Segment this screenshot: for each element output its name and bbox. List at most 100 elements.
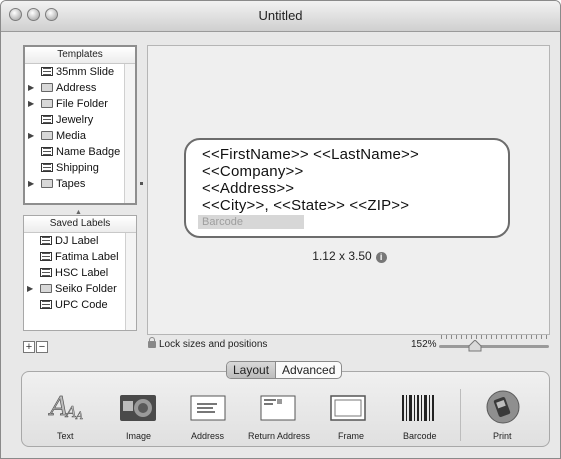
address-tool-button[interactable] <box>190 395 226 426</box>
template-item-tapes[interactable]: ▶ Tapes <box>25 176 125 192</box>
zoom-slider-tick <box>466 335 467 339</box>
zoom-slider-tick <box>531 335 532 339</box>
saved-label-item-seiko-folder[interactable]: ▶ Seiko Folder <box>24 281 126 297</box>
folder-icon <box>41 83 53 92</box>
zoom-slider-tick <box>451 335 452 339</box>
zoom-slider-tick <box>516 335 517 339</box>
template-item-label: Tapes <box>56 178 86 190</box>
info-icon[interactable]: i <box>375 252 387 263</box>
saved-label-item-label: UPC Code <box>55 299 108 311</box>
image-tool-icon <box>120 395 156 421</box>
template-item-shipping[interactable]: Shipping <box>25 160 125 176</box>
zoom-slider-tick <box>461 335 462 339</box>
disclosure-triangle-icon[interactable]: ▶ <box>28 128 34 144</box>
print-tool-icon <box>486 390 520 424</box>
frame-tool-icon <box>330 395 366 421</box>
template-item-jewelry[interactable]: Jewelry <box>25 112 125 128</box>
document-icon <box>40 252 52 261</box>
return-address-tool-button[interactable] <box>260 395 296 426</box>
barcode-tool-icon <box>402 395 434 421</box>
barcode-tool-button[interactable] <box>400 393 436 428</box>
saved-labels-list: DJ Label Fatima Label HSC Label ▶ Seiko F… <box>24 233 126 330</box>
tab-layout[interactable]: Layout <box>227 362 276 378</box>
toolbar-divider <box>460 389 461 441</box>
zoom-slider-track <box>439 345 549 348</box>
template-item-label: Address <box>56 82 97 94</box>
saved-label-item-hsc-label[interactable]: HSC Label <box>24 265 126 281</box>
svg-text:A: A <box>75 411 83 422</box>
remove-button[interactable]: − <box>36 341 48 353</box>
address-tool-icon <box>190 395 226 421</box>
frame-tool-button[interactable] <box>330 395 366 426</box>
saved-label-item-fatima-label[interactable]: Fatima Label <box>24 249 126 265</box>
template-item-label: Jewelry <box>56 114 94 126</box>
template-item-label: File Folder <box>56 98 108 110</box>
saved-label-item-label: Fatima Label <box>55 251 119 263</box>
zoom-slider-tick <box>476 335 477 339</box>
disclosure-triangle-icon[interactable]: ▶ <box>28 80 34 96</box>
zoom-slider[interactable] <box>439 335 549 352</box>
print-tool-button[interactable] <box>485 389 521 430</box>
templates-list: 35mm Slide ▶ Address ▶ File Folder Jewelry… <box>25 64 125 203</box>
zoom-slider-tick <box>506 335 507 339</box>
zoom-slider-tick <box>456 335 457 339</box>
zoom-slider-tick <box>521 335 522 339</box>
zoom-slider-tick <box>541 335 542 339</box>
label-canvas[interactable]: <<FirstName>> <<LastName>> <<Company>> <… <box>147 45 550 335</box>
zoom-slider-tick <box>501 335 502 339</box>
document-icon <box>40 300 52 309</box>
barcode-field[interactable]: Barcode <box>198 215 304 229</box>
saved-label-item-label: Seiko Folder <box>55 283 117 295</box>
folder-icon <box>40 284 52 293</box>
templates-scrollbar[interactable] <box>124 64 135 203</box>
saved-label-item-dj-label[interactable]: DJ Label <box>24 233 126 249</box>
zoom-slider-tick <box>491 335 492 339</box>
template-item-media[interactable]: ▶ Media <box>25 128 125 144</box>
disclosure-triangle-icon[interactable]: ▶ <box>28 96 34 112</box>
text-tool-button[interactable]: A A A <box>48 389 88 430</box>
folder-icon <box>41 99 53 108</box>
app-window: Untitled Templates 35mm Slide ▶ Address ▶… <box>0 0 561 459</box>
template-item-label: Name Badge <box>56 146 121 158</box>
disclosure-triangle-icon[interactable]: ▶ <box>27 281 33 297</box>
image-tool-button[interactable] <box>119 393 157 428</box>
zoom-slider-tick <box>481 335 482 339</box>
lock-icon <box>148 337 156 348</box>
label-company-line[interactable]: <<Company>> <box>202 163 303 180</box>
template-item-file-folder[interactable]: ▶ File Folder <box>25 96 125 112</box>
disclosure-triangle-icon[interactable]: ▶ <box>28 176 34 192</box>
text-tool-icon: A A A <box>48 392 84 423</box>
label-dimensions: 1.12 x 3.50 i <box>148 249 551 263</box>
label-city-state-zip-line[interactable]: <<City>>, <<State>> <<ZIP>> <box>202 197 409 214</box>
template-item-name-badge[interactable]: Name Badge <box>25 144 125 160</box>
return-address-tool-label: Return Address <box>248 431 311 441</box>
document-icon <box>40 268 52 277</box>
zoom-slider-tick <box>496 335 497 339</box>
document-icon <box>41 163 53 172</box>
label-address-line[interactable]: <<Address>> <box>202 180 294 197</box>
add-button[interactable]: + <box>23 341 35 353</box>
document-icon <box>40 236 52 245</box>
zoom-slider-tick <box>471 335 472 339</box>
template-item-address[interactable]: ▶ Address <box>25 80 125 96</box>
frame-tool-label: Frame <box>338 431 365 441</box>
template-item-label: Shipping <box>56 162 99 174</box>
saved-label-item-upc-code[interactable]: UPC Code <box>24 297 126 313</box>
label-preview[interactable]: <<FirstName>> <<LastName>> <<Company>> <… <box>184 138 510 238</box>
zoom-slider-knob[interactable] <box>468 339 482 352</box>
zoom-slider-tick <box>546 335 547 339</box>
folder-icon <box>41 179 53 188</box>
zoom-level: 152% <box>411 339 437 350</box>
template-item-35mm-slide[interactable]: 35mm Slide <box>25 64 125 80</box>
canvas-resize-handle-icon[interactable] <box>140 182 143 185</box>
saved-labels-scrollbar[interactable] <box>125 233 136 330</box>
title-bar: Untitled <box>1 1 560 32</box>
tab-advanced[interactable]: Advanced <box>276 362 341 378</box>
saved-label-item-label: HSC Label <box>55 267 109 279</box>
zoom-slider-tick <box>441 335 442 339</box>
lock-sizes-toggle[interactable]: Lock sizes and positions <box>148 337 267 350</box>
label-name-line[interactable]: <<FirstName>> <<LastName>> <box>202 146 419 163</box>
template-item-label: 35mm Slide <box>56 66 115 78</box>
zoom-slider-tick <box>446 335 447 339</box>
zoom-slider-tick <box>486 335 487 339</box>
